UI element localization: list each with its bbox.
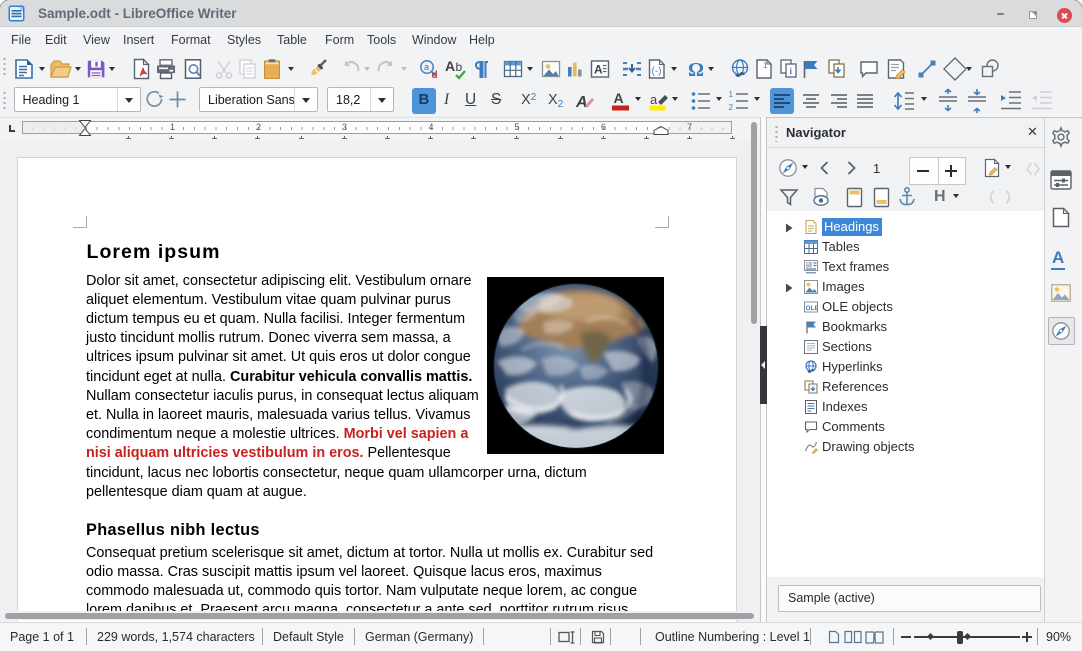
svg-text:d: d — [432, 70, 438, 81]
svg-text:2: 2 — [729, 103, 734, 112]
svg-text:OLE: OLE — [806, 305, 819, 312]
svg-text:1: 1 — [729, 90, 734, 99]
svg-text:A: A — [575, 94, 588, 111]
svg-text:A: A — [594, 63, 603, 77]
svg-text:A: A — [614, 90, 624, 106]
svg-text:(-): (-) — [652, 66, 662, 77]
svg-text:A: A — [445, 58, 455, 74]
svg-text:a: a — [424, 62, 429, 72]
svg-text:a: a — [650, 92, 658, 107]
svg-text:1: 1 — [763, 61, 768, 70]
svg-text:b: b — [455, 60, 462, 74]
svg-text:Ω: Ω — [688, 59, 704, 81]
